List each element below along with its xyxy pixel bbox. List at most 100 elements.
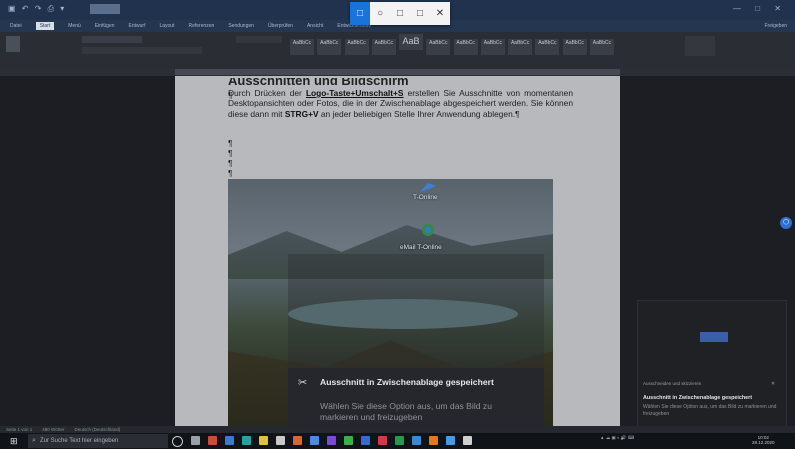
snip-toast-title: Ausschnitt in Zwischenablage gespeichert bbox=[320, 377, 494, 387]
tab-design[interactable]: Entwurf bbox=[129, 23, 146, 29]
system-tray[interactable]: ▲ ☁ ▣ ◐ 🔊 ⌨ bbox=[600, 435, 634, 440]
search-icon: ⌕ bbox=[32, 437, 36, 444]
font-name-select[interactable] bbox=[82, 36, 142, 43]
shortcut-logo-shift-s: Logo-Taste+Umschalt+S bbox=[305, 88, 404, 98]
app-icon-red[interactable] bbox=[208, 436, 217, 445]
pilcrow: ¶ bbox=[228, 158, 233, 168]
pilcrow: ¶ bbox=[228, 90, 233, 100]
style-quote[interactable]: AaBbCc bbox=[562, 39, 587, 55]
store-icon[interactable] bbox=[276, 436, 285, 445]
tab-view[interactable]: Ansicht bbox=[307, 23, 323, 29]
status-page[interactable]: Seite 1 von 1 bbox=[6, 427, 32, 432]
pilcrow-mark: ¶ bbox=[228, 148, 233, 158]
notification-title: Ausschnitt in Zwischenablage gespeichert bbox=[643, 395, 753, 401]
tab-review[interactable]: Überprüfen bbox=[268, 23, 293, 29]
styles-gallery[interactable]: AaBbCc AaBbCc AaBbCc AaBbCc AaB AaBbCc A… bbox=[290, 34, 680, 64]
tab-mailings[interactable]: Sendungen bbox=[228, 23, 254, 29]
taskbar-pinned-apps bbox=[172, 436, 472, 447]
style-subtitle[interactable]: AaBbCc bbox=[426, 39, 451, 55]
word-icon[interactable] bbox=[361, 436, 370, 445]
paragraph-text-start: Durch Drücken der bbox=[228, 88, 306, 98]
style-intense-quote[interactable]: AaBbCc bbox=[589, 39, 614, 55]
tab-layout[interactable]: Layout bbox=[159, 23, 174, 29]
style-heading1[interactable]: AaBbCc bbox=[344, 39, 369, 55]
status-language[interactable]: Deutsch (Deutschland) bbox=[75, 427, 121, 432]
email-t-online-icon[interactable] bbox=[418, 222, 438, 238]
app-icon-purple[interactable] bbox=[327, 436, 336, 445]
notification-body: Wählen Sie diese Option aus, um das Bild… bbox=[643, 404, 777, 417]
font-group[interactable] bbox=[82, 34, 232, 64]
snip-sketch-icon[interactable] bbox=[463, 436, 472, 445]
share-button[interactable]: Freigeben bbox=[764, 23, 787, 29]
paragraph-group[interactable] bbox=[236, 34, 286, 64]
tab-references[interactable]: Referenzen bbox=[188, 23, 214, 29]
tab-file[interactable]: Datei bbox=[10, 23, 22, 29]
pilcrow: ¶ bbox=[228, 148, 233, 158]
style-subtle-emphasis[interactable]: AaBbCc bbox=[453, 39, 478, 55]
edge-icon[interactable] bbox=[242, 436, 251, 445]
pilcrow-mark: ¶ bbox=[228, 168, 233, 178]
excel-icon[interactable] bbox=[395, 436, 404, 445]
pilcrow-mark: ¶ bbox=[228, 158, 233, 168]
pilcrow: ¶ bbox=[228, 168, 233, 178]
pilcrow-mark: ¶ bbox=[228, 138, 233, 148]
close-snip-button[interactable]: ✕ bbox=[430, 2, 450, 25]
style-strong[interactable]: AaBbCc bbox=[535, 39, 560, 55]
style-intense-emphasis[interactable]: AaBbCc bbox=[508, 39, 533, 55]
window-snip-button[interactable]: □ bbox=[390, 2, 410, 25]
status-bar: Seite 1 von 1 480 Wörter Deutsch (Deutsc… bbox=[0, 426, 795, 433]
search-placeholder: Zur Suche Text hier eingeben bbox=[40, 438, 119, 444]
windows-start-icon[interactable]: ⊞ bbox=[10, 436, 18, 447]
task-view-icon[interactable] bbox=[191, 436, 200, 445]
clipboard-group[interactable] bbox=[6, 34, 66, 64]
app-icon-blue-3[interactable] bbox=[412, 436, 421, 445]
snip-toast-body: Wählen Sie diese Option aus, um das Bild… bbox=[320, 401, 492, 422]
style-normal[interactable]: AaBbCc bbox=[290, 39, 314, 55]
find-replace-icon[interactable] bbox=[685, 36, 715, 56]
email-t-online-label: eMail T-Online bbox=[400, 244, 442, 251]
document-name bbox=[90, 4, 120, 14]
explorer-icon[interactable] bbox=[259, 436, 268, 445]
app-icon-orange[interactable] bbox=[293, 436, 302, 445]
cortana-icon[interactable] bbox=[172, 436, 183, 447]
tab-start[interactable]: Start bbox=[35, 22, 55, 30]
app-icon-blue[interactable] bbox=[225, 436, 234, 445]
style-heading2[interactable]: AaBbCc bbox=[371, 39, 396, 55]
pilcrow: ¶ bbox=[228, 138, 233, 148]
paste-icon[interactable] bbox=[6, 36, 20, 52]
style-title[interactable]: AaB bbox=[399, 34, 424, 50]
notification-app-name: Ausschneiden und skizzieren bbox=[643, 381, 702, 386]
shortcut-ctrl-v: STRG+V bbox=[284, 108, 319, 119]
app-icon-blue-2[interactable] bbox=[310, 436, 319, 445]
snip-toolbar: □ ○ □ □ ✕ bbox=[350, 2, 450, 25]
status-words[interactable]: 480 Wörter bbox=[42, 427, 64, 432]
pilcrow-mark: ¶ bbox=[228, 90, 233, 100]
style-emphasis[interactable]: AaBbCc bbox=[480, 39, 505, 55]
clock-date: 28.12.2020 bbox=[752, 440, 775, 445]
freeform-snip-button[interactable]: ○ bbox=[370, 2, 390, 25]
editing-group[interactable] bbox=[685, 34, 735, 64]
paragraph-text-end: an jeder beliebigen Stelle Ihrer Anwendu… bbox=[318, 108, 520, 119]
rectangle-snip-button[interactable]: □ bbox=[350, 2, 370, 25]
document-paragraph[interactable]: Durch Drücken der Logo-Taste+Umschalt+S … bbox=[228, 88, 573, 119]
close-icon[interactable]: ✕ bbox=[771, 381, 775, 387]
taskbar-clock[interactable]: 10:02 28.12.2020 bbox=[752, 435, 775, 445]
taskbar-search-box[interactable]: ⌕ Zur Suche Text hier eingeben bbox=[28, 434, 168, 448]
quick-access-toolbar[interactable]: ▣ ↶ ↷ ⎙ ▾ bbox=[8, 4, 66, 14]
app-icon-red-2[interactable] bbox=[378, 436, 387, 445]
fullscreen-snip-button[interactable]: □ bbox=[410, 2, 430, 25]
notification-thumbnail bbox=[700, 332, 728, 342]
app-icon-green[interactable] bbox=[344, 436, 353, 445]
style-no-spacing[interactable]: AaBbCc bbox=[317, 39, 342, 55]
horizontal-ruler[interactable] bbox=[175, 69, 620, 75]
dropbox-icon[interactable]: ⬡ bbox=[780, 217, 792, 229]
paragraph-buttons[interactable] bbox=[236, 36, 282, 43]
document-heading[interactable]: Ausschnitten und Bildschirm bbox=[228, 78, 568, 88]
font-format-buttons[interactable] bbox=[82, 47, 202, 54]
tab-menu[interactable]: Menü bbox=[68, 23, 81, 29]
tab-insert[interactable]: Einfügen bbox=[95, 23, 115, 29]
app-icon-blue-4[interactable] bbox=[446, 436, 455, 445]
app-icon-orange-2[interactable] bbox=[429, 436, 438, 445]
window-controls[interactable]: — □ ✕ bbox=[733, 4, 787, 13]
t-online-label: T-Online bbox=[413, 194, 438, 201]
